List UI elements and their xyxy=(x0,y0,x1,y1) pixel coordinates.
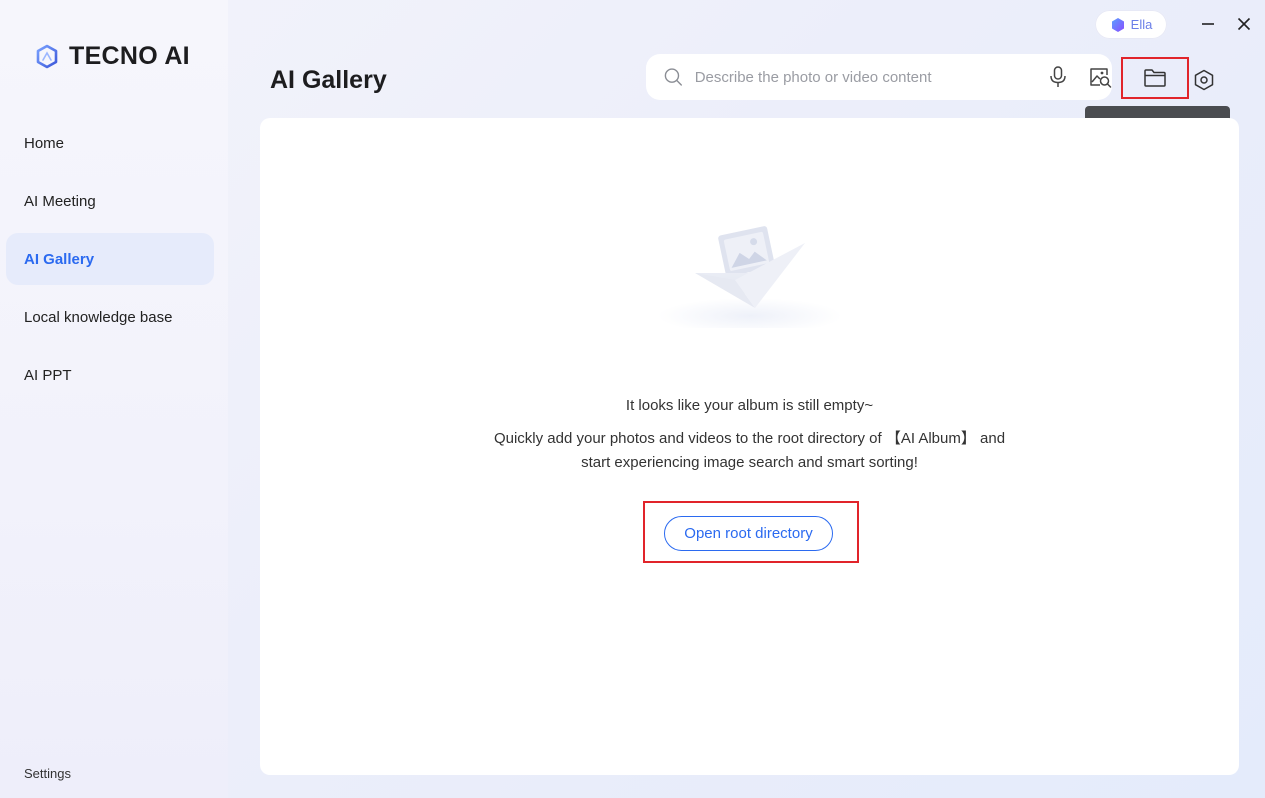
sidebar: TECNO AI Home AI Meeting AI Gallery Loca… xyxy=(0,0,228,798)
minimize-icon xyxy=(1202,23,1214,25)
close-icon xyxy=(1237,17,1251,31)
search-icon xyxy=(664,68,683,86)
empty-state-description: Quickly add your photos and videos to th… xyxy=(260,427,1239,475)
close-button[interactable] xyxy=(1233,13,1255,35)
empty-album-illustration xyxy=(658,226,842,328)
empty-state-description-line2: start experiencing image search and smar… xyxy=(581,454,918,471)
empty-state-description-line1: Quickly add your photos and videos to th… xyxy=(493,430,1006,447)
storage-location-button[interactable] xyxy=(1121,57,1189,99)
logo-text: TECNO AI xyxy=(69,42,190,70)
sidebar-item-home[interactable]: Home xyxy=(6,117,214,169)
sidebar-item-ai-gallery[interactable]: AI Gallery xyxy=(6,233,214,285)
search-input[interactable] xyxy=(692,67,996,87)
microphone-button[interactable] xyxy=(1048,66,1068,88)
open-root-directory-button[interactable]: Open root directory xyxy=(664,516,833,551)
page-title: AI Gallery xyxy=(270,66,387,94)
hexagon-logo-icon xyxy=(36,44,58,68)
settings-button[interactable] xyxy=(1190,66,1218,94)
search-bar[interactable] xyxy=(646,54,1112,100)
minimize-button[interactable] xyxy=(1197,13,1219,35)
folder-icon xyxy=(1144,69,1166,87)
user-avatar-icon xyxy=(1111,17,1124,32)
sidebar-item-ai-meeting[interactable]: AI Meeting xyxy=(6,175,214,227)
sidebar-item-ai-ppt[interactable]: AI PPT xyxy=(6,349,214,401)
main-panel: It looks like your album is still empty~… xyxy=(260,118,1239,775)
image-search-button[interactable] xyxy=(1088,66,1112,88)
sidebar-settings-link[interactable]: Settings xyxy=(24,766,71,781)
settings-icon xyxy=(1194,69,1214,91)
image-search-icon xyxy=(1090,68,1112,88)
user-name: Ella xyxy=(1130,17,1153,32)
sidebar-item-local-knowledge-base[interactable]: Local knowledge base xyxy=(6,291,214,343)
user-account-pill[interactable]: Ella xyxy=(1095,10,1167,39)
app-logo: TECNO AI xyxy=(35,42,190,71)
empty-state-title: It looks like your album is still empty~ xyxy=(625,397,874,414)
microphone-icon xyxy=(1050,66,1066,87)
